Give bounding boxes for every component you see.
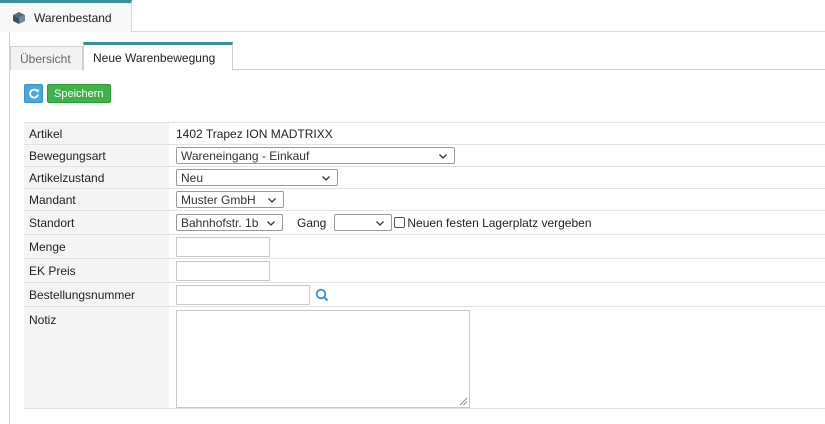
label-artikelzustand: Artikelzustand (24, 167, 169, 188)
row-artikelzustand: Artikelzustand Neu (24, 167, 825, 189)
chevron-down-icon (376, 220, 385, 226)
panel-border (9, 32, 10, 424)
label-notiz: Notiz (24, 307, 169, 408)
row-standort: Standort Bahnhofstr. 1b Gang Neuen feste… (24, 211, 825, 235)
mandant-select[interactable]: Muster GmbH (176, 191, 284, 208)
tab-neue-warenbewegung[interactable]: Neue Warenbewegung (83, 42, 233, 71)
row-ek-preis: EK Preis (24, 259, 825, 283)
resize-grip-icon[interactable] (459, 397, 468, 406)
label-bewegungsart: Bewegungsart (24, 145, 169, 166)
label-menge: Menge (24, 235, 169, 258)
gang-select[interactable] (334, 214, 393, 231)
refresh-button[interactable] (24, 84, 43, 103)
label-ek-preis: EK Preis (24, 259, 169, 282)
artikelzustand-select[interactable]: Neu (176, 169, 338, 186)
tab-uebersicht-label: Übersicht (20, 51, 71, 66)
row-notiz: Notiz (24, 307, 825, 409)
mandant-selected: Muster GmbH (181, 192, 256, 207)
bestellungsnummer-input[interactable] (176, 284, 310, 305)
label-bestellungsnummer: Bestellungsnummer (24, 283, 169, 306)
window-tab-warenbestand[interactable]: Warenbestand (0, 0, 132, 32)
bewegungsart-selected: Wareneingang - Einkauf (181, 148, 310, 163)
cube-icon (13, 11, 25, 24)
festen-lagerplatz-checkbox[interactable] (394, 217, 406, 228)
chevron-down-icon (267, 220, 275, 226)
menge-input[interactable] (176, 236, 270, 257)
search-icon[interactable] (315, 288, 329, 302)
standort-select[interactable]: Bahnhofstr. 1b (176, 214, 283, 231)
window-tabbar: Warenbestand (0, 0, 825, 32)
artikel-value: 1402 Trapez ION MADTRIXX (176, 126, 333, 141)
row-artikel: Artikel 1402 Trapez ION MADTRIXX (24, 123, 825, 145)
bewegungsart-select[interactable]: Wareneingang - Einkauf (176, 147, 455, 164)
row-bewegungsart: Bewegungsart Wareneingang - Einkauf (24, 145, 825, 167)
row-bestellungsnummer: Bestellungsnummer (24, 283, 825, 307)
tab-neue-warenbewegung-label: Neue Warenbewegung (93, 50, 216, 65)
standort-selected: Bahnhofstr. 1b (181, 215, 259, 230)
artikelzustand-selected: Neu (181, 170, 204, 185)
save-button[interactable]: Speichern (47, 84, 111, 103)
chevron-down-icon (322, 175, 330, 181)
label-artikel: Artikel (24, 123, 169, 144)
movement-form: Artikel 1402 Trapez ION MADTRIXX Bewegun… (24, 122, 825, 409)
row-mandant: Mandant Muster GmbH (24, 189, 825, 211)
label-standort: Standort (24, 211, 169, 234)
window-tab-label: Warenbestand (34, 10, 112, 25)
chevron-down-icon (439, 153, 447, 159)
gang-label: Gang (297, 215, 327, 230)
toolbar: Speichern (24, 84, 111, 104)
ek-preis-input[interactable] (176, 260, 270, 281)
label-mandant: Mandant (24, 189, 169, 210)
festen-lagerplatz-label: Neuen festen Lagerplatz vergeben (407, 215, 592, 230)
row-menge: Menge (24, 235, 825, 259)
subtab-bar: Übersicht Neue Warenbewegung (10, 42, 825, 71)
tab-uebersicht[interactable]: Übersicht (10, 46, 83, 70)
chevron-down-icon (268, 197, 276, 203)
notiz-textarea[interactable] (176, 310, 470, 408)
refresh-icon (28, 88, 39, 98)
